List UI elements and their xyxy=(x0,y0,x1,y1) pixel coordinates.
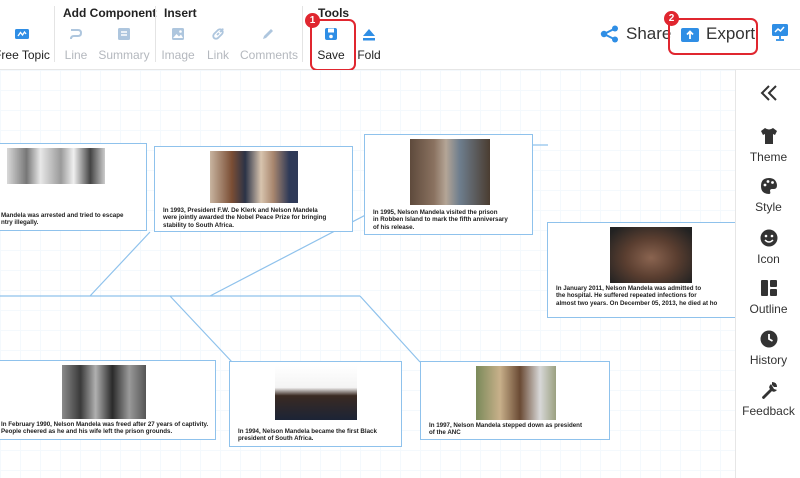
double-chevron-left-icon xyxy=(760,85,777,101)
topic-text: In February 1990, Nelson Mandela was fre… xyxy=(1,421,209,436)
panel-style-label: Style xyxy=(755,200,782,214)
topic-text: In 1993, President F.W. De Klerk and Nel… xyxy=(163,207,327,229)
line-label: Line xyxy=(64,48,88,62)
clock-icon xyxy=(760,330,777,348)
panel-theme-button[interactable]: Theme xyxy=(736,126,800,164)
right-side-panel: Theme Style Icon Outline History Feedbac… xyxy=(735,70,800,478)
share-icon xyxy=(600,25,618,43)
topic-card-robben[interactable]: In 1995, Nelson Mandela visited the pris… xyxy=(364,134,533,235)
image-label: Image xyxy=(161,48,195,62)
line-button[interactable]: Line xyxy=(60,24,92,66)
smiley-icon xyxy=(760,229,777,247)
palette-icon xyxy=(760,178,777,194)
insert-heading: Insert xyxy=(164,6,197,20)
topic-text: In January 2011, Nelson Mandela was admi… xyxy=(556,285,718,307)
line-icon xyxy=(70,29,83,40)
topic-text: In 1997, Nelson Mandela stepped down as … xyxy=(429,422,583,437)
presentation-icon xyxy=(772,24,788,41)
save-highlight xyxy=(310,19,356,71)
export-highlight xyxy=(668,18,758,55)
panel-outline-button[interactable]: Outline xyxy=(736,278,800,316)
add-component-heading: Add Component xyxy=(63,6,157,20)
free-topic-icon xyxy=(15,29,29,39)
topic-photo xyxy=(610,227,692,283)
fold-label: Fold xyxy=(357,48,381,62)
topic-card-anc[interactable]: In 1997, Nelson Mandela stepped down as … xyxy=(420,361,610,440)
app-window: Free Topic Add Component Line Summary In… xyxy=(0,0,800,478)
panel-theme-label: Theme xyxy=(749,150,788,164)
panel-style-button[interactable]: Style xyxy=(736,176,800,214)
link-label: Link xyxy=(206,48,229,62)
panel-icon-label: Icon xyxy=(757,252,780,266)
free-topic-label: Free Topic xyxy=(0,48,50,62)
fold-button[interactable]: Fold xyxy=(354,24,384,66)
panel-history-label: History xyxy=(749,353,788,367)
panel-feedback-label: Feedback xyxy=(742,404,795,418)
summary-icon xyxy=(118,28,130,40)
collapse-panel-button[interactable] xyxy=(736,82,800,108)
toolbar: Free Topic Add Component Line Summary In… xyxy=(0,0,800,71)
pen-icon xyxy=(263,29,273,39)
eject-icon xyxy=(363,29,375,41)
summary-button[interactable]: Summary xyxy=(98,24,150,66)
divider xyxy=(54,6,55,62)
topic-text: Mandela was arrested and tried to escape… xyxy=(1,212,124,227)
outline-icon xyxy=(760,280,777,296)
share-label: Share xyxy=(626,24,672,43)
topic-card-nobel[interactable]: In 1993, President F.W. De Klerk and Nel… xyxy=(154,146,353,232)
free-topic-button[interactable]: Free Topic xyxy=(0,24,50,66)
link-button[interactable]: Link xyxy=(202,24,234,66)
topic-card-hospital[interactable]: In January 2011, Nelson Mandela was admi… xyxy=(547,222,735,318)
summary-label: Summary xyxy=(98,48,150,62)
step-badge-2: 2 xyxy=(664,11,679,26)
topic-photo xyxy=(476,366,556,420)
present-button[interactable] xyxy=(770,22,790,47)
topic-text: In 1994, Nelson Mandela became the first… xyxy=(238,428,377,443)
image-button[interactable]: Image xyxy=(160,24,196,66)
step-badge-1: 1 xyxy=(305,13,320,28)
link-icon xyxy=(212,28,224,40)
topic-photo xyxy=(210,151,298,203)
topic-card-freed[interactable]: In February 1990, Nelson Mandela was fre… xyxy=(0,360,216,440)
topic-photo xyxy=(275,366,357,420)
divider xyxy=(155,6,156,62)
panel-icon-button[interactable]: Icon xyxy=(736,228,800,266)
wrench-icon xyxy=(761,382,777,399)
panel-outline-label: Outline xyxy=(749,302,788,316)
image-icon xyxy=(172,28,184,40)
topic-card-president[interactable]: In 1994, Nelson Mandela became the first… xyxy=(229,361,402,447)
panel-history-button[interactable]: History xyxy=(736,329,800,367)
topic-photo xyxy=(7,148,105,184)
divider xyxy=(302,6,303,62)
mindmap-canvas[interactable]: Mandela was arrested and tried to escape… xyxy=(0,70,735,478)
comments-button[interactable]: Comments xyxy=(240,24,299,66)
topic-photo xyxy=(410,139,490,205)
share-button[interactable]: Share xyxy=(600,22,671,46)
panel-feedback-button[interactable]: Feedback xyxy=(736,380,800,418)
topic-card-arrest[interactable]: Mandela was arrested and tried to escape… xyxy=(0,143,147,231)
shirt-icon xyxy=(760,128,777,144)
comments-label: Comments xyxy=(240,48,299,62)
topic-text: In 1995, Nelson Mandela visited the pris… xyxy=(373,209,508,231)
tools-heading: Tools xyxy=(318,6,350,20)
topic-photo xyxy=(62,365,146,419)
